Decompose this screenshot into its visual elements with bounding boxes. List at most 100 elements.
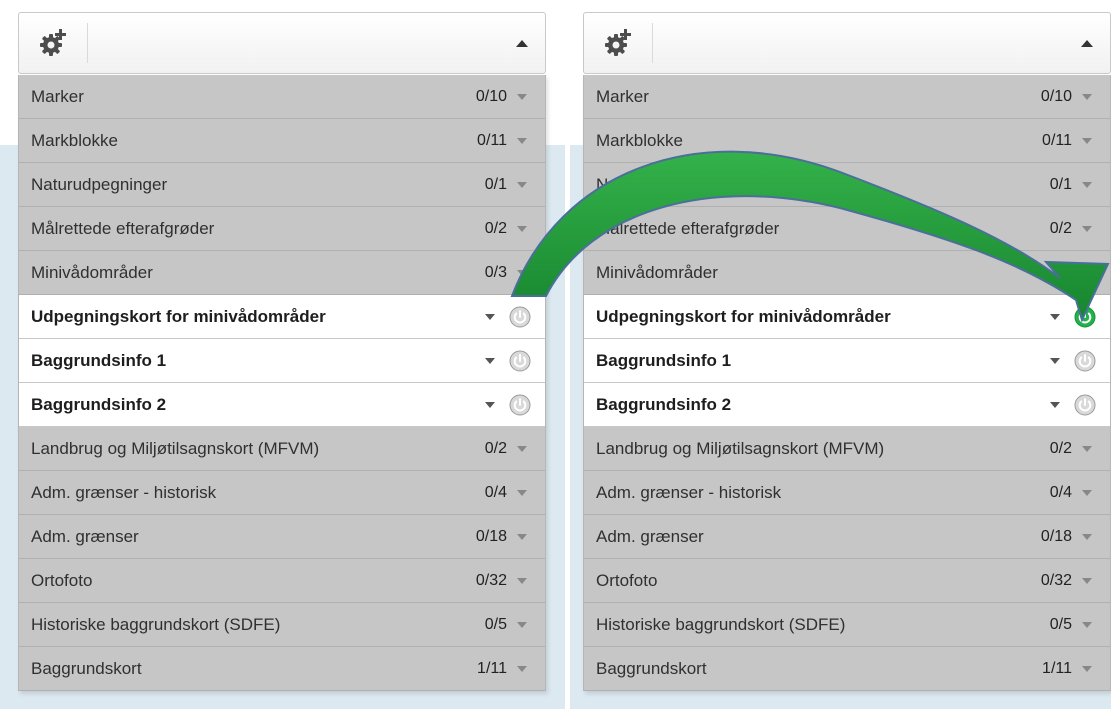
chevron-down-icon[interactable] [485,401,495,408]
row-label: Udpegningskort for minivådområder [31,306,326,326]
chevron-up-icon[interactable] [516,40,528,47]
layer-row[interactable]: Udpegningskort for minivådområder [584,295,1110,339]
group-row[interactable]: Adm. grænser 0/18 [584,515,1110,559]
layer-row[interactable]: Udpegningskort for minivådområder [19,295,545,339]
group-row[interactable]: Adm. grænser 0/18 [19,515,545,559]
layer-count: 0/11 [1042,131,1072,149]
chevron-down-icon[interactable] [517,533,527,540]
layer-count: 0/2 [484,439,507,457]
chevron-down-icon[interactable] [1082,621,1092,628]
power-off-icon[interactable] [1074,350,1096,372]
layer-count: 0/3 [484,263,507,281]
layer-count: 0/2 [1049,219,1072,237]
row-label: Baggrundsinfo 2 [31,394,167,414]
group-row[interactable]: Landbrug og Miljøtilsagnskort (MFVM) 0/2 [19,427,545,471]
group-row[interactable]: Minivådområder 1/3 [584,251,1110,295]
chevron-down-icon[interactable] [517,93,527,100]
row-label: Minivådområder [31,262,153,282]
chevron-down-icon[interactable] [517,181,527,188]
row-label: Baggrundsinfo 2 [596,394,732,414]
layer-count: 0/32 [475,571,507,589]
chevron-down-icon[interactable] [1082,181,1092,188]
layer-count: 0/4 [484,483,507,501]
power-off-icon[interactable] [1074,394,1096,416]
chevron-down-icon[interactable] [517,577,527,584]
chevron-down-icon[interactable] [1082,225,1092,232]
row-label: Marker [31,86,84,106]
layer-count: 1/11 [477,659,507,677]
layer-panel-left: Marker 0/10 Markblokke 0/11 Naturudpegninger… [18,12,546,691]
chevron-down-icon[interactable] [517,225,527,232]
row-label: Udpegningskort for minivådområder [596,306,891,326]
chevron-down-icon[interactable] [1082,93,1092,100]
group-row[interactable]: Baggrundskort 1/11 [19,647,545,691]
group-row[interactable]: Baggrundskort 1/11 [584,647,1110,691]
group-row[interactable]: Landbrug og Miljøtilsagnskort (MFVM) 0/2 [584,427,1110,471]
chevron-down-icon[interactable] [517,621,527,628]
chevron-down-icon[interactable] [485,357,495,364]
layer-count: 1/3 [1049,263,1072,281]
chevron-down-icon[interactable] [517,445,527,452]
group-row[interactable]: Historiske baggrundskort (SDFE) 0/5 [19,603,545,647]
row-label: Naturudpegninger [596,174,733,194]
gear-plus-icon[interactable] [37,26,71,60]
row-label: Baggrundsinfo 1 [596,350,732,370]
layer-row[interactable]: Baggrundsinfo 2 [19,383,545,427]
group-row[interactable]: Markblokke 0/11 [19,119,545,163]
chevron-down-icon[interactable] [1082,533,1092,540]
row-label: Historiske baggrundskort (SDFE) [31,614,281,634]
chevron-down-icon[interactable] [1050,401,1060,408]
layer-count: 0/32 [1040,571,1072,589]
group-row[interactable]: Historiske baggrundskort (SDFE) 0/5 [584,603,1110,647]
row-label: Ortofoto [596,570,658,590]
group-row[interactable]: Adm. grænser - historisk 0/4 [584,471,1110,515]
row-label: Adm. grænser [596,526,704,546]
group-row[interactable]: Målrettede efterafgrøder 0/2 [19,207,545,251]
row-label: Adm. grænser - historisk [31,482,217,502]
layer-row[interactable]: Baggrundsinfo 2 [584,383,1110,427]
group-row[interactable]: Naturudpegninger 0/1 [19,163,545,207]
group-row[interactable]: Adm. grænser - historisk 0/4 [19,471,545,515]
chevron-down-icon[interactable] [1050,313,1060,320]
chevron-down-icon[interactable] [485,313,495,320]
row-label: Minivådområder [596,262,718,282]
chevron-down-icon[interactable] [1050,357,1060,364]
layer-row[interactable]: Baggrundsinfo 1 [584,339,1110,383]
chevron-down-icon[interactable] [1082,269,1092,276]
chevron-down-icon[interactable] [1082,137,1092,144]
chevron-down-icon[interactable] [1082,489,1092,496]
chevron-down-icon[interactable] [517,269,527,276]
group-row[interactable]: Markblokke 0/11 [584,119,1110,163]
layer-count: 0/2 [1049,439,1072,457]
group-row[interactable]: Målrettede efterafgrøder 0/2 [584,207,1110,251]
chevron-down-icon[interactable] [1082,445,1092,452]
chevron-down-icon[interactable] [1082,665,1092,672]
chevron-up-icon[interactable] [1081,40,1093,47]
chevron-down-icon[interactable] [1082,577,1092,584]
group-row[interactable]: Ortofoto 0/32 [19,559,545,603]
layer-row[interactable]: Baggrundsinfo 1 [19,339,545,383]
panel-header [18,12,546,74]
layer-list: Marker 0/10 Markblokke 0/11 Naturudpegninger… [583,75,1111,691]
row-label: Landbrug og Miljøtilsagnskort (MFVM) [596,438,885,458]
layer-count: 1/11 [1042,659,1072,677]
power-on-icon[interactable] [1074,306,1096,328]
layer-count: 0/18 [1040,527,1072,545]
layer-count: 0/10 [475,87,507,105]
group-row[interactable]: Marker 0/10 [19,75,545,119]
layer-count: 0/18 [475,527,507,545]
layer-list: Marker 0/10 Markblokke 0/11 Naturudpegninger… [18,75,546,691]
power-off-icon[interactable] [509,394,531,416]
chevron-down-icon[interactable] [517,665,527,672]
chevron-down-icon[interactable] [517,489,527,496]
group-row[interactable]: Naturudpegninger 0/1 [584,163,1110,207]
row-label: Marker [596,86,649,106]
group-row[interactable]: Marker 0/10 [584,75,1110,119]
group-row[interactable]: Minivådområder 0/3 [19,251,545,295]
group-row[interactable]: Ortofoto 0/32 [584,559,1110,603]
chevron-down-icon[interactable] [517,137,527,144]
power-off-icon[interactable] [509,350,531,372]
power-off-icon[interactable] [509,306,531,328]
row-label: Markblokke [596,130,683,150]
gear-plus-icon[interactable] [602,26,636,60]
